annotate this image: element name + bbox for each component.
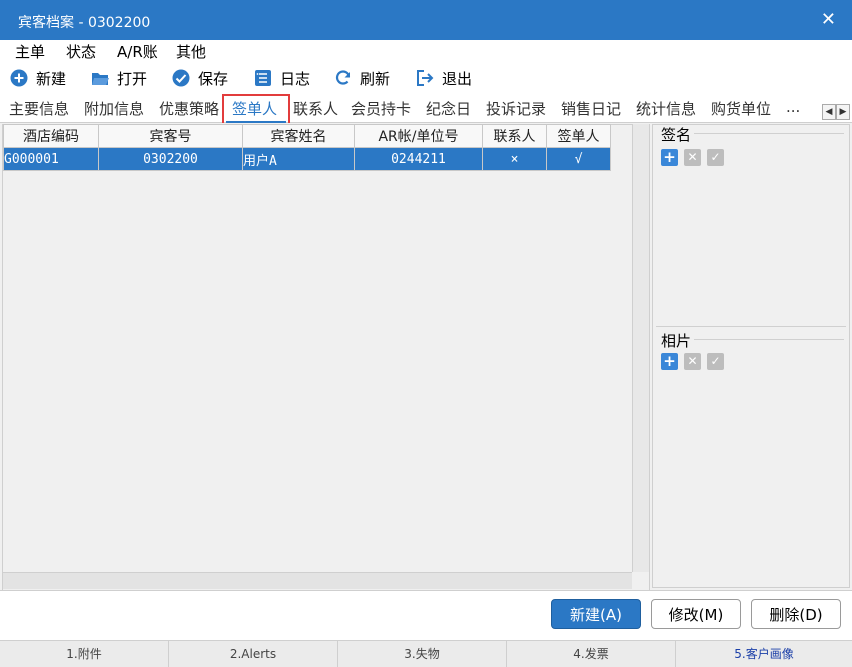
cell-guest-no[interactable]: 0302200 (98, 147, 243, 171)
status-tab-invoices[interactable]: 4.发票 (507, 641, 676, 667)
menu-other[interactable]: 其他 (176, 41, 206, 62)
status-tab-alerts[interactable]: 2.Alerts (169, 641, 338, 667)
vertical-scrollbar[interactable] (632, 124, 649, 572)
cell-hotel-code[interactable]: G000001 (3, 147, 99, 171)
status-tab-lost-items[interactable]: 3.失物 (338, 641, 507, 667)
menu-status[interactable]: 状态 (66, 41, 96, 62)
menu-bar: 主单 状态 A/R账 其他 (0, 40, 852, 62)
exit-button-label: 退出 (442, 69, 473, 88)
status-bar: 1.附件 2.Alerts 3.失物 4.发票 5.客户画像 (0, 640, 852, 667)
tab-complaints[interactable]: 投诉记录 (486, 98, 546, 119)
signature-label: 签名 (661, 126, 692, 144)
save-button[interactable]: 保存 (172, 66, 228, 90)
signer-grid (2, 124, 650, 592)
col-contact[interactable]: 联系人 (482, 124, 547, 148)
plus-circle-icon (10, 69, 28, 87)
menu-ar[interactable]: A/R账 (117, 41, 158, 62)
modify-signer-button[interactable]: 修改(M) (651, 599, 741, 629)
col-guest-no[interactable]: 宾客号 (98, 124, 243, 148)
table-row[interactable]: G000001 0302200 用户A 0244211 × √ (3, 147, 611, 171)
refresh-button-label: 刷新 (360, 69, 391, 88)
save-button-label: 保存 (198, 69, 229, 88)
delete-signer-button[interactable]: 删除(D) (751, 599, 841, 629)
exit-icon (417, 70, 434, 86)
tab-contacts[interactable]: 联系人 (293, 98, 338, 119)
photo-label: 相片 (661, 332, 692, 350)
tab-scroll-right-icon[interactable]: ▶ (836, 104, 850, 120)
cell-signer[interactable]: √ (546, 147, 611, 171)
refresh-icon (335, 70, 351, 85)
tab-membership-card[interactable]: 会员持卡 (351, 98, 411, 119)
menu-ar-label: A/R账 (117, 43, 158, 61)
tab-strip: 主要信息 附加信息 优惠策略 签单人 联系人 会员持卡 纪念日 投诉记录 销售日… (0, 94, 852, 123)
window-title: 宾客档案 - 0302200 (18, 15, 151, 31)
photo-confirm-icon: ✓ (707, 353, 724, 370)
tab-more[interactable]: ... (786, 98, 800, 116)
new-button-label: 新建 (36, 69, 67, 88)
tab-discount-policy[interactable]: 优惠策略 (159, 98, 219, 119)
signature-add-icon[interactable]: + (661, 149, 678, 166)
menu-main[interactable]: 主单 (15, 41, 45, 62)
photo-divider (694, 339, 844, 340)
photo-add-icon[interactable]: + (661, 353, 678, 370)
tab-purchase-unit[interactable]: 购货单位 (711, 98, 771, 119)
col-hotel-code[interactable]: 酒店编码 (3, 124, 99, 148)
add-signer-button[interactable]: 新建(A) (551, 599, 641, 629)
exit-button[interactable]: 退出 (416, 66, 472, 90)
photo-delete-icon: ✕ (684, 353, 701, 370)
signature-confirm-icon: ✓ (707, 149, 724, 166)
check-circle-icon (172, 69, 190, 87)
cell-contact[interactable]: × (482, 147, 547, 171)
status-tab-attachments[interactable]: 1.附件 (0, 641, 169, 667)
horizontal-scrollbar[interactable] (3, 572, 632, 589)
tab-sales-diary[interactable]: 销售日记 (561, 98, 621, 119)
new-button[interactable]: 新建 (10, 66, 66, 90)
list-icon (255, 70, 271, 86)
open-button[interactable]: 打开 (91, 66, 147, 90)
folder-open-icon (92, 73, 109, 85)
cell-ar-unit[interactable]: 0244211 (354, 147, 483, 171)
signature-delete-icon: ✕ (684, 149, 701, 166)
col-signer[interactable]: 签单人 (546, 124, 611, 148)
signer-table: 酒店编码 宾客号 宾客姓名 AR帐/单位号 联系人 签单人 G000001 03… (3, 124, 611, 171)
tab-scroll-left-icon[interactable]: ◀ (822, 104, 836, 120)
panel-separator (656, 326, 846, 327)
tab-main-info[interactable]: 主要信息 (9, 98, 69, 119)
cell-guest-name[interactable]: 用户A (242, 147, 355, 171)
status-tab-customer-profile[interactable]: 5.客户画像 (676, 641, 852, 667)
close-icon[interactable]: ✕ (821, 9, 836, 30)
signature-divider (694, 133, 844, 134)
open-button-label: 打开 (117, 69, 148, 88)
right-panel (652, 124, 850, 588)
col-guest-name[interactable]: 宾客姓名 (242, 124, 355, 148)
log-button[interactable]: 日志 (254, 66, 310, 90)
tab-anniversary[interactable]: 纪念日 (426, 98, 471, 119)
log-button-label: 日志 (280, 69, 311, 88)
title-bar: 宾客档案 - 0302200 ✕ (0, 0, 852, 40)
table-header-row: 酒店编码 宾客号 宾客姓名 AR帐/单位号 联系人 签单人 (3, 124, 611, 148)
col-ar-unit[interactable]: AR帐/单位号 (354, 124, 483, 148)
toolbar: 新建 打开 保存 日志 刷新 退出 (0, 62, 852, 92)
tab-extra-info[interactable]: 附加信息 (84, 98, 144, 119)
tab-statistics[interactable]: 统计信息 (636, 98, 696, 119)
refresh-button[interactable]: 刷新 (334, 66, 390, 90)
